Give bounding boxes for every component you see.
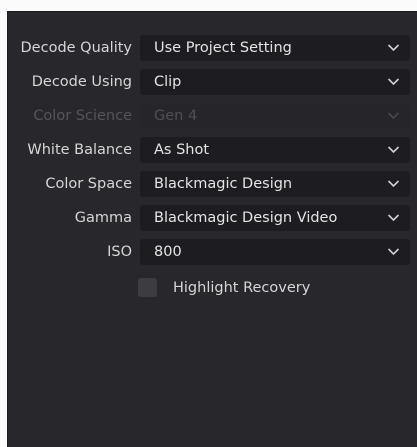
white-balance-label: White Balance [27, 142, 132, 158]
decode-quality-dropdown[interactable]: Use Project Setting [140, 35, 410, 61]
iso-label: ISO [107, 244, 132, 260]
color-space-row: Color Space Blackmagic Design [8, 171, 417, 197]
color-science-dropdown: Gen 4 [140, 103, 410, 129]
iso-dropdown[interactable]: 800 [140, 239, 410, 265]
chevron-down-icon [387, 213, 400, 222]
chevron-down-icon [387, 43, 400, 52]
highlight-recovery-label: Highlight Recovery [173, 280, 311, 296]
color-space-value: Blackmagic Design [154, 176, 293, 192]
decode-using-dropdown[interactable]: Clip [140, 69, 410, 95]
white-balance-dropdown[interactable]: As Shot [140, 137, 410, 163]
white-balance-value: As Shot [154, 142, 210, 158]
gamma-dropdown[interactable]: Blackmagic Design Video [140, 205, 410, 231]
color-science-row: Color Science Gen 4 [8, 103, 417, 129]
decode-using-row: Decode Using Clip [8, 69, 417, 95]
color-science-label: Color Science [33, 108, 132, 124]
chevron-down-icon [387, 179, 400, 188]
raw-settings-panel: Decode Quality Use Project Setting Decod… [7, 11, 417, 447]
gamma-value: Blackmagic Design Video [154, 210, 338, 226]
chevron-down-icon [387, 145, 400, 154]
color-space-dropdown[interactable]: Blackmagic Design [140, 171, 410, 197]
chevron-down-icon [387, 77, 400, 86]
gamma-label: Gamma [74, 210, 132, 226]
decode-quality-row: Decode Quality Use Project Setting [8, 35, 417, 61]
iso-value: 800 [154, 244, 182, 260]
decode-quality-label: Decode Quality [20, 40, 132, 56]
highlight-recovery-checkbox[interactable] [138, 278, 157, 297]
iso-row: ISO 800 [8, 239, 417, 265]
chevron-down-icon [387, 111, 400, 120]
decode-using-value: Clip [154, 74, 182, 90]
white-balance-row: White Balance As Shot [8, 137, 417, 163]
color-space-label: Color Space [45, 176, 132, 192]
decode-quality-value: Use Project Setting [154, 40, 292, 56]
decode-using-label: Decode Using [31, 74, 132, 90]
chevron-down-icon [387, 247, 400, 256]
gamma-row: Gamma Blackmagic Design Video [8, 205, 417, 231]
color-science-value: Gen 4 [154, 108, 198, 124]
